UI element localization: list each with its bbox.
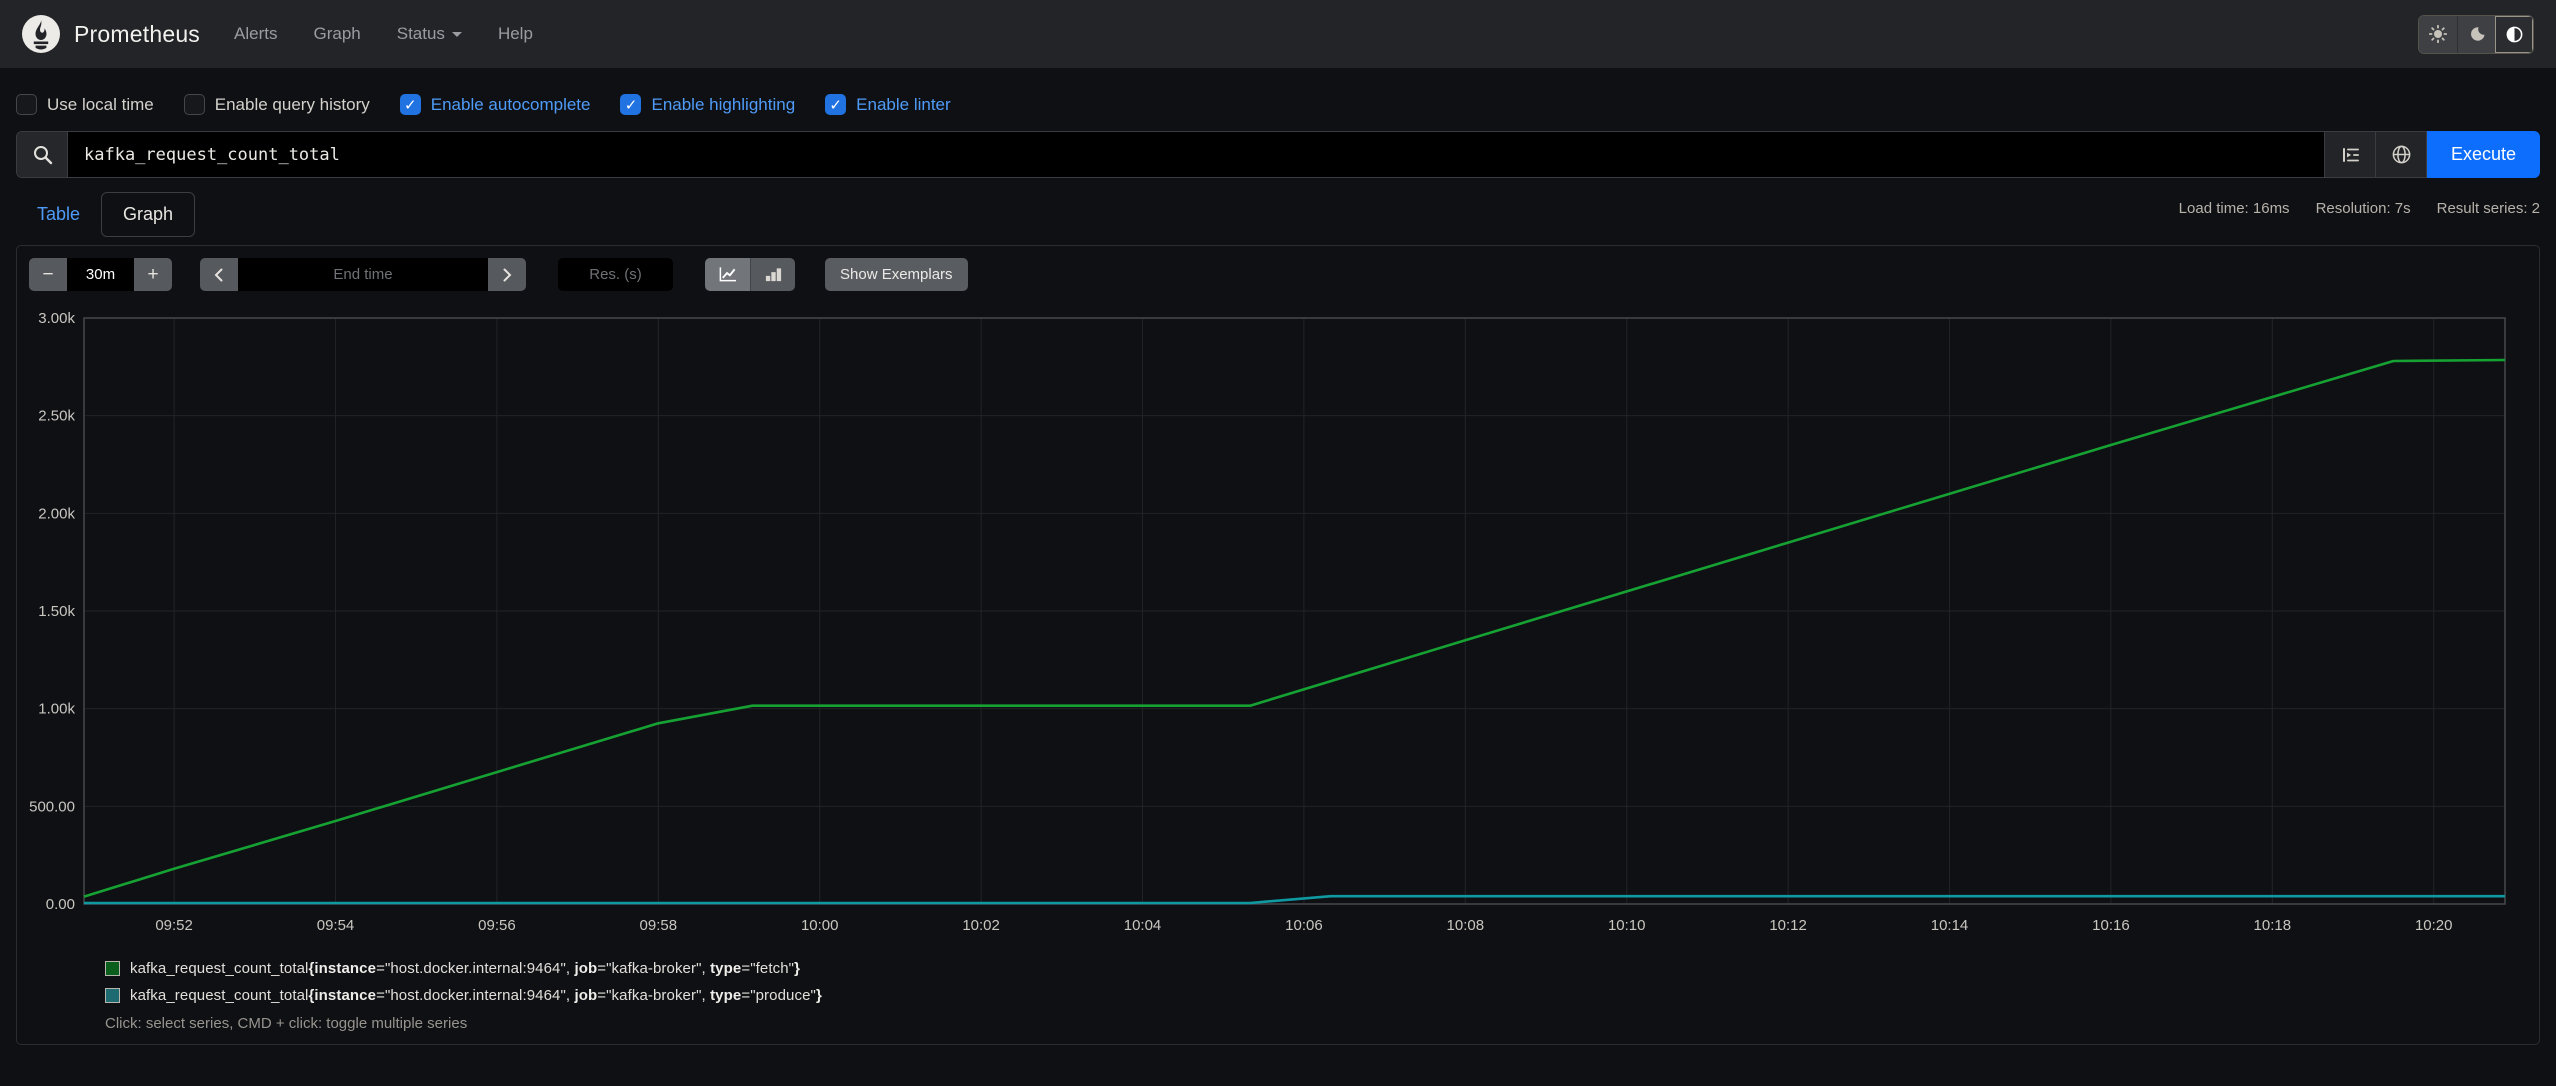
y-tick-label: 3.00k: [38, 310, 75, 327]
option-label: Use local time: [47, 94, 154, 114]
option-enable-linter[interactable]: ✓ Enable linter: [825, 94, 951, 115]
y-tick-label: 2.00k: [38, 505, 75, 522]
chart-area: 0.00 500.00 1.00k 1.50k 2.00k 2.50k 3.00k 09:52…: [17, 301, 2539, 941]
nav-item-status[interactable]: Status: [397, 24, 462, 44]
x-tick-label: 10:14: [1931, 917, 1969, 934]
y-tick-label: 1.00k: [38, 701, 75, 718]
resolution-input[interactable]: [558, 258, 673, 291]
range-increase-button[interactable]: +: [134, 258, 172, 291]
legend-swatch-icon: [105, 961, 120, 976]
end-time-picker: [200, 258, 526, 291]
range-decrease-button[interactable]: −: [29, 258, 67, 291]
option-enable-query-history[interactable]: Enable query history: [183, 94, 370, 115]
unchecked-checkbox-icon[interactable]: [183, 94, 205, 115]
line-chart-icon[interactable]: [705, 258, 750, 291]
option-use-local-time[interactable]: Use local time: [16, 94, 154, 115]
query-stats: Load time: 16ms Resolution: 7s Result se…: [2179, 192, 2540, 217]
graph-panel: − +: [16, 245, 2540, 1045]
tab-graph[interactable]: Graph: [101, 192, 196, 237]
range-input[interactable]: [67, 258, 134, 291]
y-tick-label: 1.50k: [38, 603, 75, 620]
x-tick-label: 09:56: [478, 917, 516, 934]
unchecked-checkbox-icon[interactable]: [16, 94, 37, 115]
query-expression-input[interactable]: [68, 132, 2324, 177]
nav-item-graph[interactable]: Graph: [313, 24, 360, 44]
x-tick-label: 10:18: [2254, 917, 2292, 934]
legend-series-label: kafka_request_count_total{instance="host…: [130, 960, 800, 977]
tab-table[interactable]: Table: [16, 193, 101, 236]
query-options-row: Use local time Enable query history ✓ Enabl…: [0, 68, 2556, 129]
chart-grid: [84, 317, 2505, 905]
x-tick-label: 09:52: [155, 917, 193, 934]
chart-axis-labels: 0.00 500.00 1.00k 1.50k 2.00k 2.50k 3.00k 09:52…: [29, 310, 2452, 934]
legend: kafka_request_count_total{instance="host…: [105, 955, 2539, 1009]
metrics-explorer-icon[interactable]: [2324, 132, 2375, 177]
circle-half-icon[interactable]: [2495, 15, 2533, 53]
option-enable-highlighting[interactable]: ✓ Enable highlighting: [620, 94, 795, 115]
option-enable-autocomplete[interactable]: ✓ Enable autocomplete: [399, 94, 591, 115]
nav-item-help[interactable]: Help: [498, 24, 533, 44]
theme-toggle-group: [2418, 14, 2534, 54]
search-icon: [17, 132, 68, 177]
legend-item[interactable]: kafka_request_count_total{instance="host…: [105, 955, 2539, 982]
legend-series-label: kafka_request_count_total{instance="host…: [130, 987, 822, 1004]
time-back-button[interactable]: [200, 258, 238, 291]
option-label: Enable autocomplete: [430, 94, 591, 114]
sun-icon[interactable]: [2419, 15, 2457, 53]
option-label: Enable highlighting: [651, 94, 796, 114]
series-line-1: [84, 894, 2505, 905]
x-tick-label: 10:00: [801, 917, 839, 934]
show-exemplars-button[interactable]: Show Exemplars: [825, 258, 968, 291]
x-tick-label: 10:16: [2092, 917, 2130, 934]
x-tick-label: 10:02: [962, 917, 1000, 934]
query-input-group: [16, 131, 2427, 178]
chart-svg[interactable]: 0.00 500.00 1.00k 1.50k 2.00k 2.50k 3.00k 09:52…: [17, 301, 2539, 941]
nav-links: Alerts Graph Status Help: [234, 24, 533, 44]
legend-hint: Click: select series, CMD + click: toggl…: [105, 1015, 468, 1032]
range-stepper: − +: [29, 258, 172, 291]
legend-swatch-icon: [105, 988, 120, 1003]
resolution: Resolution: 7s: [2315, 200, 2411, 217]
result-series: Result series: 2: [2436, 200, 2540, 217]
chevron-down-icon: [451, 32, 462, 37]
chart-type-toggle: [705, 258, 795, 291]
option-label: Enable linter: [856, 94, 951, 114]
y-tick-label: 2.50k: [38, 408, 75, 425]
x-tick-label: 09:54: [317, 917, 355, 934]
execute-button[interactable]: Execute: [2427, 131, 2540, 178]
x-tick-label: 09:58: [640, 917, 678, 934]
legend-item[interactable]: kafka_request_count_total{instance="host…: [105, 982, 2539, 1009]
brand[interactable]: Prometheus: [22, 15, 200, 53]
moon-icon[interactable]: [2457, 15, 2495, 53]
x-tick-label: 10:12: [1769, 917, 1807, 934]
end-time-input[interactable]: [238, 258, 488, 291]
query-bar: Execute: [16, 131, 2540, 178]
result-tabs: Table Graph: [16, 192, 196, 237]
checked-checkbox-icon[interactable]: ✓: [620, 94, 642, 115]
stacked-chart-icon[interactable]: [750, 258, 795, 291]
x-tick-label: 10:20: [2415, 917, 2453, 934]
x-tick-label: 10:04: [1124, 917, 1162, 934]
brand-name: Prometheus: [74, 20, 201, 47]
y-tick-label: 0.00: [46, 896, 75, 913]
y-tick-label: 500.00: [29, 798, 75, 815]
load-time: Load time: 16ms: [2178, 200, 2290, 217]
x-tick-label: 10:06: [1285, 917, 1323, 934]
checked-checkbox-icon[interactable]: ✓: [825, 94, 847, 115]
checked-checkbox-icon[interactable]: ✓: [399, 94, 421, 115]
globe-icon[interactable]: [2375, 132, 2426, 177]
time-forward-button[interactable]: [488, 258, 526, 291]
graph-controls: − +: [29, 258, 2527, 291]
x-tick-label: 10:10: [1608, 917, 1646, 934]
x-tick-label: 10:08: [1447, 917, 1485, 934]
nav-item-alerts[interactable]: Alerts: [234, 24, 277, 44]
option-label: Enable query history: [214, 94, 370, 114]
prometheus-logo-icon: [22, 15, 60, 53]
navbar: Prometheus Alerts Graph Status Help: [0, 0, 2556, 68]
series-line-0: [83, 358, 2506, 898]
